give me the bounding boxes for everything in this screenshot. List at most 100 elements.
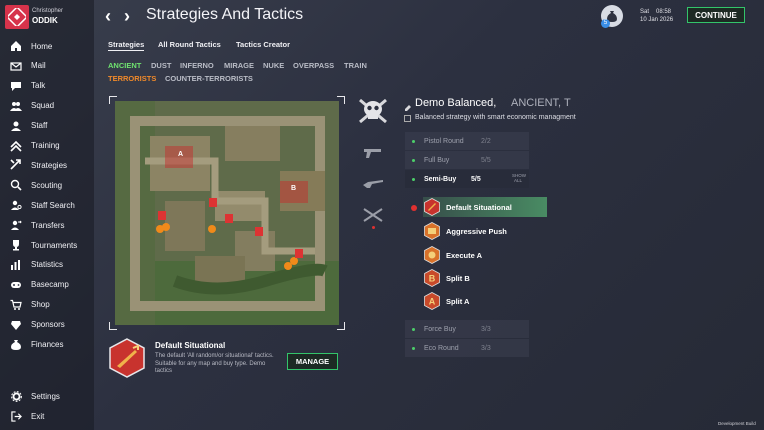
- tactic-execute-a[interactable]: Execute A: [423, 245, 547, 265]
- map-image-ancient: A B: [115, 101, 339, 325]
- knives-icon[interactable]: [362, 207, 384, 223]
- tactic-badge-icon: [424, 198, 440, 216]
- statistics-icon: [10, 259, 22, 271]
- selected-tactic-description: The default 'All random/or situational' …: [155, 353, 274, 374]
- map-filter-inferno[interactable]: INFERNO: [180, 61, 214, 70]
- sidebar-item-sponsors[interactable]: Sponsors: [0, 316, 94, 334]
- user-last-name: ODDIK: [32, 16, 58, 25]
- round-label: Full Buy: [424, 156, 450, 164]
- tactic-aggressive-push[interactable]: Aggressive Push: [423, 221, 547, 241]
- map-filter-dust[interactable]: DUST: [151, 61, 171, 70]
- sidebar-item-staff[interactable]: Staff: [0, 117, 94, 135]
- sidebar-item-talk[interactable]: Talk: [0, 77, 94, 95]
- round-label: Semi-Buy: [424, 175, 457, 183]
- map-layout: [115, 101, 339, 325]
- notification-badge: 5: [601, 19, 610, 28]
- tactic-label: Execute A: [446, 250, 482, 260]
- sidebar-item-label: Statistics: [31, 260, 64, 270]
- rifle-icon[interactable]: [362, 176, 384, 192]
- round-eco[interactable]: Eco Round 3/3: [405, 339, 529, 357]
- tactic-default-situational[interactable]: Default Situational: [423, 197, 547, 217]
- map-filter-nuke[interactable]: NUKE: [263, 61, 284, 70]
- sidebar-item-label: Talk: [31, 81, 46, 91]
- selected-tactic-name: Default Situational: [155, 341, 226, 350]
- squad-icon: [10, 100, 22, 112]
- sidebar-item-strategies[interactable]: Strategies: [0, 156, 94, 174]
- tactic-label: Split B: [446, 273, 470, 283]
- tactic-split-b[interactable]: B Split B: [423, 268, 547, 288]
- manage-button[interactable]: MANAGE: [287, 353, 338, 370]
- sidebar-item-basecamp[interactable]: Basecamp: [0, 276, 94, 294]
- gear-icon: [10, 390, 22, 402]
- pistol-icon[interactable]: [362, 145, 384, 161]
- forward-arrow-icon[interactable]: ›: [124, 6, 130, 27]
- training-icon: [10, 140, 22, 152]
- show-all-button[interactable]: SHOW ALL: [512, 173, 526, 183]
- cart-icon: [10, 299, 22, 311]
- home-icon: [10, 40, 22, 52]
- sidebar: Christopher ODDIK Home Mail Talk Squad Staff…: [0, 0, 94, 430]
- staff-search-icon: [10, 199, 22, 211]
- round-semi-buy[interactable]: Semi-Buy 5/5 SHOW ALL: [405, 170, 529, 188]
- sidebar-item-shop[interactable]: Shop: [0, 296, 94, 314]
- sidebar-item-transfers[interactable]: Transfers: [0, 216, 94, 234]
- status-dot: [412, 158, 415, 162]
- tactic-label: Aggressive Push: [446, 226, 507, 236]
- sidebar-item-label: Staff: [31, 121, 48, 131]
- active-marker: [411, 205, 417, 211]
- sidebar-item-finances[interactable]: Finances: [0, 336, 94, 354]
- tab-strategies[interactable]: Strategies: [108, 40, 145, 51]
- status-dot: [412, 139, 415, 143]
- round-count: 5/5: [471, 175, 481, 183]
- page-title: Strategies And Tactics: [146, 6, 304, 23]
- round-pistol[interactable]: Pistol Round 2/2: [405, 132, 529, 150]
- sidebar-item-tournaments[interactable]: Tournaments: [0, 236, 94, 254]
- club-logo[interactable]: [5, 5, 29, 29]
- sidebar-item-label: Sponsors: [31, 320, 65, 330]
- strategies-icon: [10, 159, 22, 171]
- sidebar-item-scouting[interactable]: Scouting: [0, 176, 94, 194]
- sidebar-item-label: Strategies: [31, 160, 68, 170]
- round-full-buy[interactable]: Full Buy 5/5: [405, 151, 529, 169]
- alert-dot: [372, 226, 375, 229]
- sidebar-item-statistics[interactable]: Statistics: [0, 256, 94, 274]
- sidebar-item-home[interactable]: Home: [0, 37, 94, 55]
- edit-description-icon[interactable]: [404, 115, 411, 122]
- sidebar-item-settings[interactable]: Settings: [0, 387, 94, 405]
- tactic-badge-icon: B: [424, 269, 440, 287]
- svg-text:B: B: [429, 274, 436, 284]
- tab-tactics-creator[interactable]: Tactics Creator: [236, 40, 290, 49]
- side-filter-terrorists[interactable]: TERRORISTS: [108, 74, 156, 83]
- scouting-icon: [10, 179, 22, 191]
- map-filter-overpass[interactable]: OVERPASS: [293, 61, 334, 70]
- continue-button[interactable]: CONTINUE: [687, 7, 745, 23]
- sidebar-item-label: Mail: [31, 61, 46, 71]
- map-filter-mirage[interactable]: MIRAGE: [224, 61, 254, 70]
- sidebar-item-training[interactable]: Training: [0, 137, 94, 155]
- sponsors-icon: [10, 319, 22, 331]
- sidebar-item-staff-search[interactable]: Staff Search: [0, 196, 94, 214]
- round-count: 3/3: [481, 325, 491, 333]
- sidebar-item-squad[interactable]: Squad: [0, 97, 94, 115]
- map-filter-train[interactable]: TRAIN: [344, 61, 367, 70]
- strategy-description: Balanced strategy with smart economic ma…: [415, 114, 576, 121]
- status-dot: [412, 327, 415, 331]
- status-dot: [412, 177, 415, 181]
- tactic-badge-icon: A: [424, 292, 440, 310]
- round-label: Pistol Round: [424, 137, 464, 145]
- map-filter-ancient[interactable]: ANCIENT: [108, 61, 141, 70]
- edit-icon[interactable]: [404, 99, 412, 111]
- side-filter-counter-terrorists[interactable]: COUNTER-TERRORISTS: [165, 74, 253, 83]
- round-force-buy[interactable]: Force Buy 3/3: [405, 320, 529, 338]
- exit-icon: [10, 410, 22, 422]
- tab-all-round-tactics[interactable]: All Round Tactics: [158, 40, 221, 49]
- map-view[interactable]: A B: [109, 96, 345, 330]
- tactic-split-a[interactable]: A Split A: [423, 291, 547, 311]
- round-count: 5/5: [481, 156, 491, 164]
- back-arrow-icon[interactable]: ‹: [105, 6, 111, 27]
- sidebar-item-mail[interactable]: Mail: [0, 57, 94, 75]
- sidebar-item-exit[interactable]: Exit: [0, 407, 94, 425]
- money-bag-icon: [10, 339, 22, 351]
- sidebar-item-label: Basecamp: [31, 280, 69, 290]
- skull-icon[interactable]: [356, 96, 390, 126]
